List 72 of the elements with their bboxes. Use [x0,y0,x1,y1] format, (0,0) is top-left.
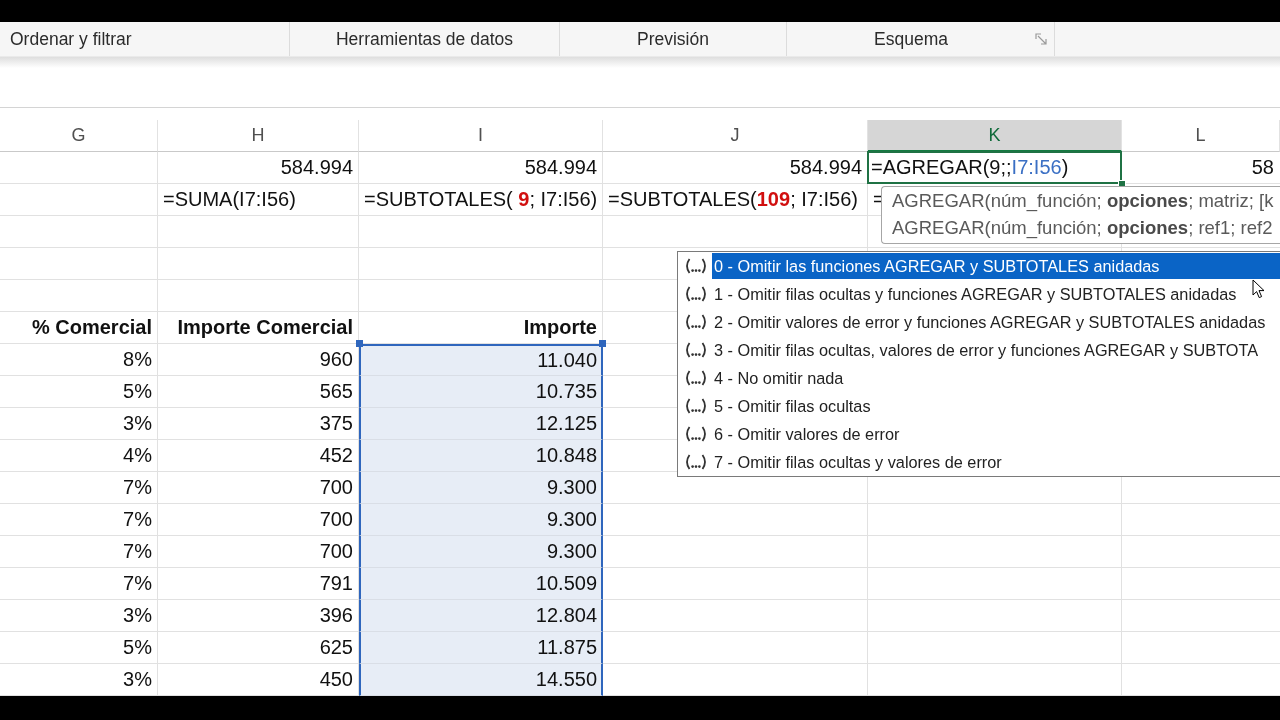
table-cell-text: 4% [122,443,153,468]
table-cell: 12.125 [359,408,603,440]
table-cell-text: 584.994 [788,155,863,180]
table-cell-text: 5% [122,379,153,404]
list-option[interactable]: 1 - Omitir filas ocultas y funciones AGREGAR y SUBTOTALES anidadas [712,281,1280,307]
table-cell: 14.550 [359,664,603,696]
table-cell: 11.040 [359,344,603,376]
range-handle[interactable] [356,340,363,347]
table-cell-text: =SUBTOTALES(109; I7:I56) [607,187,859,212]
syntax-text: AGREGAR(núm_función; opciones; matriz; [k [892,189,1274,214]
table-cell-text: 375 [318,411,354,436]
list-option[interactable]: 6 - Omitir valores de error [712,421,1280,447]
column-header[interactable]: L [1122,120,1280,152]
table-cell-text: 452 [318,443,354,468]
parentheses-icon [683,454,709,470]
column-heading: % Comercial [30,315,153,340]
table-cell-text: 584.994 [523,155,598,180]
parentheses-icon [683,426,709,442]
table-cell-text: =SUMA(I7:I56) [162,187,297,212]
list-option[interactable]: 0 - Omitir las funciones AGREGAR y SUBTOTALES anidadas [712,253,1280,279]
column-header[interactable]: K [868,120,1122,152]
list-option[interactable]: 7 - Omitir filas ocultas y valores de error [712,449,1280,475]
table-cell-text: 5% [122,635,153,660]
range-handle[interactable] [599,340,606,347]
table-cell-text: 791 [318,571,354,596]
dialog-launcher-icon[interactable] [1035,33,1047,45]
parentheses-icon [683,398,709,414]
table-cell: 9.300 [359,536,603,568]
parentheses-icon [683,370,709,386]
table-cell-text: =SUBTOTALES( 9; I7:I56) [363,187,599,212]
table-cell: 10.509 [359,568,603,600]
table-cell-text: 7% [122,571,153,596]
table-cell-text: 700 [318,507,354,532]
syntax-text: AGREGAR(núm_función; opciones; ref1; ref2 [892,216,1273,241]
table-cell: 10.735 [359,376,603,408]
ribbon-group-label: Herramientas de datos [335,28,513,50]
table-cell-text: 450 [318,667,354,692]
table-cell: 9.300 [359,504,603,536]
parentheses-icon [683,314,709,330]
table-cell-text: 625 [318,635,354,660]
ribbon-group-label: Ordenar y filtrar [10,28,132,50]
table-cell: 10.848 [359,440,603,472]
table-cell: 11.875 [359,632,603,664]
table-cell-text: 7% [122,507,153,532]
list-option[interactable]: 2 - Omitir valores de error y funciones AGREGAR y SUBTOTALES anidadas [712,309,1280,335]
table-cell-text: 3% [122,603,153,628]
formula-input-field[interactable]: =AGREGAR(9;;I7:I56) [867,151,1122,184]
table-cell: 12.804 [359,600,603,632]
table-cell-text: 7% [122,475,153,500]
table-cell-text: 8% [122,347,153,372]
parentheses-icon [683,286,709,302]
table-cell-text: 7% [122,539,153,564]
table-cell-text: 565 [318,379,354,404]
table-cell-text: 960 [318,347,354,372]
table-cell-text: 700 [318,539,354,564]
column-heading: Importe [522,315,598,340]
list-option[interactable]: 4 - No omitir nada [712,365,1280,391]
table-cell: 9.300 [359,472,603,504]
table-cell-text: 584.994 [279,155,354,180]
table-cell-text: 3% [122,411,153,436]
table-cell-text: 3% [122,667,153,692]
parentheses-icon [683,342,709,358]
list-option[interactable]: 3 - Omitir filas ocultas, valores de error y funciones AGREGAR y SUBTOTA [712,337,1280,363]
table-cell-text: 58 [1250,155,1275,180]
table-cell-text: 700 [318,475,354,500]
parentheses-icon [683,258,709,274]
table-cell-text: 396 [318,603,354,628]
list-option[interactable]: 5 - Omitir filas ocultas [712,393,1280,419]
ribbon-group-label: Previsión [637,28,709,50]
column-heading: Importe Comercial [176,315,354,340]
mouse-pointer-icon [1252,279,1265,299]
ribbon-group-label: Esquema [874,28,948,50]
